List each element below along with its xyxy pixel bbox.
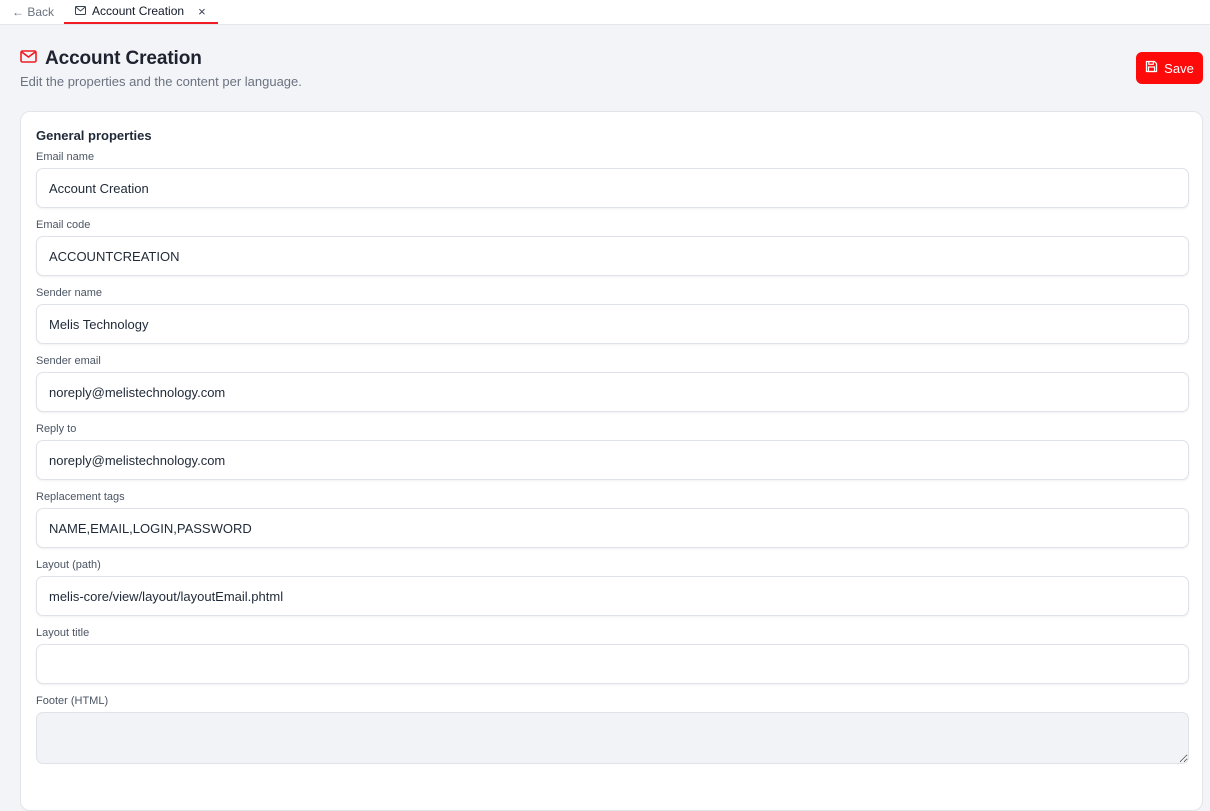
mail-icon: [75, 4, 87, 18]
field-label: Reply to: [36, 423, 77, 435]
footer-html-field: Footer (HTML): [36, 694, 1189, 764]
tab-account-creation[interactable]: Account Creation ×: [64, 0, 218, 24]
tab-bar: ← Back Account Creation ×: [0, 0, 1210, 25]
field-label: Email name: [36, 151, 95, 163]
layout-title-field: Layout title: [36, 626, 1189, 684]
field-label: Layout title: [36, 627, 90, 639]
save-button[interactable]: Save: [1136, 52, 1203, 84]
page-subtitle: Edit the properties and the content per …: [20, 74, 302, 89]
general-properties-card: General properties Email name Email code…: [20, 111, 1203, 811]
field-label: Replacement tags: [36, 491, 125, 503]
layout-path-field: Layout (path): [36, 558, 1189, 616]
email-code-input[interactable]: [36, 236, 1189, 276]
footer-html-textarea[interactable]: [36, 712, 1189, 764]
tab-label: Account Creation: [92, 4, 185, 18]
field-label: Layout (path): [36, 559, 101, 571]
field-label: Sender name: [36, 287, 103, 299]
replacement-tags-field: Replacement tags: [36, 490, 1189, 548]
layout-title-input[interactable]: [36, 644, 1189, 684]
mail-icon: [20, 50, 37, 68]
sender-name-input[interactable]: [36, 304, 1189, 344]
sender-email-input[interactable]: [36, 372, 1189, 412]
back-link[interactable]: ← Back: [12, 0, 54, 24]
email-code-field: Email code: [36, 218, 1189, 276]
reply-to-input[interactable]: [36, 440, 1189, 480]
close-icon[interactable]: ×: [198, 5, 206, 18]
email-name-input[interactable]: [36, 168, 1189, 208]
sender-name-field: Sender name: [36, 286, 1189, 344]
field-label: Footer (HTML): [36, 695, 109, 707]
layout-path-input[interactable]: [36, 576, 1189, 616]
back-label: ← Back: [12, 5, 55, 19]
floppy-disk-icon: [1145, 60, 1158, 76]
field-label: Sender email: [36, 355, 101, 367]
field-label: Email code: [36, 219, 91, 231]
replacement-tags-input[interactable]: [36, 508, 1189, 548]
page-title: Account Creation: [45, 48, 202, 69]
save-label: Save: [1164, 60, 1194, 76]
reply-to-field: Reply to: [36, 422, 1189, 480]
page-header: Account Creation Edit the properties and…: [20, 48, 1202, 89]
sender-email-field: Sender email: [36, 354, 1189, 412]
section-title: General properties: [36, 128, 152, 143]
email-name-field: Email name: [36, 150, 1189, 208]
